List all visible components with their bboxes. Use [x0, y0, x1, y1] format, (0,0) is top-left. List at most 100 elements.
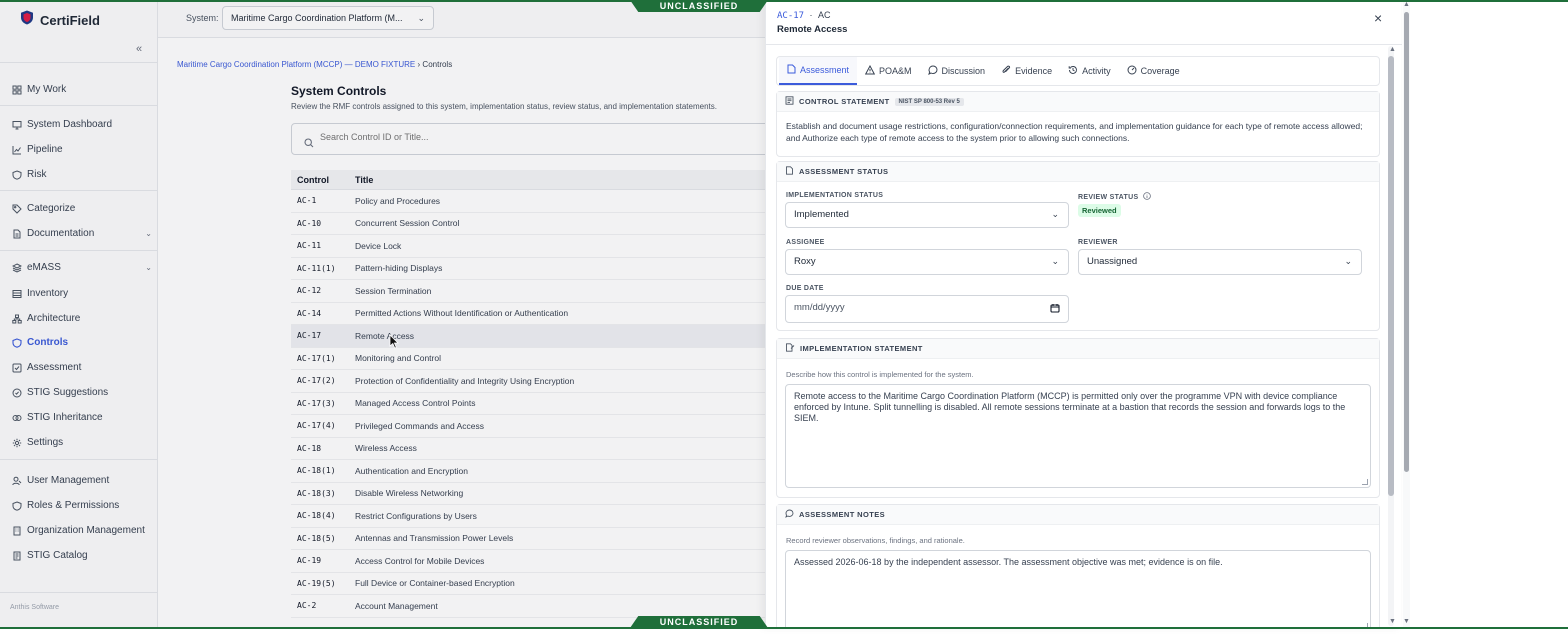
brand-name: CertiField — [40, 12, 100, 28]
search-input[interactable] — [320, 132, 720, 142]
table-row[interactable]: AC-19 Access Control for Mobile Devices — [291, 550, 770, 573]
column-header-title[interactable]: Title — [355, 175, 373, 185]
table-row[interactable]: AC-17(1) Monitoring and Control — [291, 348, 770, 370]
document-icon — [785, 96, 794, 107]
table-row[interactable]: AC-18(3) Disable Wireless Networking — [291, 483, 770, 505]
scroll-up-arrow-icon[interactable]: ▲ — [1389, 46, 1396, 53]
table-row[interactable]: AC-18(4) Restrict Configurations by Users — [291, 505, 770, 528]
table-row[interactable]: AC-18(5) Antennas and Transmission Power … — [291, 528, 770, 550]
table-row[interactable]: AC-18 Wireless Access — [291, 438, 770, 460]
page-scrollbar-thumb[interactable] — [1404, 12, 1409, 472]
scroll-up-arrow-icon[interactable]: ▲ — [1403, 1, 1410, 8]
sidebar-item-documentation[interactable]: Documentation ⌄ — [12, 228, 152, 239]
sidebar-item-assessment[interactable]: Assessment — [12, 362, 152, 373]
system-select[interactable]: Maritime Cargo Coordination Platform (M.… — [222, 6, 434, 30]
breadcrumb-link-system[interactable]: Maritime Cargo Coordination Platform (MC… — [177, 60, 415, 69]
table-row[interactable]: AC-11 Device Lock — [291, 235, 770, 258]
control-statement-card: CONTROL STATEMENT NIST SP 800-53 Rev 5 E… — [776, 91, 1380, 157]
sidebar-item-stig-catalog[interactable]: STIG Catalog — [12, 550, 152, 561]
implementation-status-select[interactable]: Implemented ⌄ — [785, 202, 1069, 228]
breadcrumb: Maritime Cargo Coordination Platform (MC… — [177, 60, 452, 69]
drawer-body[interactable]: Assessment POA&M Discussion Evidence Act… — [776, 56, 1380, 628]
sidebar-item-controls[interactable]: Controls — [12, 337, 152, 348]
table-row[interactable]: AC-1 Policy and Procedures — [291, 190, 770, 213]
assessment-status-card: ASSESSMENT STATUS IMPLEMENTATION STATUS … — [776, 161, 1380, 331]
table-row[interactable]: AC-19(5) Full Device or Container-based E… — [291, 573, 770, 595]
footer-vendor: Anthis Software — [10, 604, 60, 611]
sidebar-item-emass[interactable]: eMASS ⌄ — [12, 262, 152, 273]
page-scrollbar[interactable]: ▲ ▼ — [1403, 0, 1410, 628]
control-title-cell: Access Control for Mobile Devices — [355, 555, 485, 566]
brand-logo[interactable]: CertiField — [20, 10, 100, 30]
tab-poam[interactable]: POA&M — [857, 57, 920, 85]
table-row[interactable]: AC-12 Session Termination — [291, 280, 770, 303]
implementation-statement-textarea[interactable]: Remote access to the Maritime Cargo Coor… — [785, 384, 1371, 488]
sidebar-item-stig-inheritance[interactable]: STIG Inheritance — [12, 412, 152, 423]
sidebar-item-inventory[interactable]: Inventory — [12, 288, 152, 299]
sidebar-item-label: Architecture — [27, 313, 81, 324]
chat-icon — [785, 509, 794, 520]
info-icon[interactable] — [1142, 192, 1151, 202]
sidebar-divider — [0, 250, 158, 251]
table-row[interactable]: AC-17(3) Managed Access Control Points — [291, 393, 770, 415]
search-box[interactable] — [291, 123, 770, 155]
sidebar-item-system-dashboard[interactable]: System Dashboard — [12, 119, 152, 130]
table-row[interactable]: AC-14 Permitted Actions Without Identific… — [291, 303, 770, 325]
control-id-cell: AC-18(4) — [297, 511, 336, 521]
chevron-down-icon: ⌄ — [1344, 256, 1352, 266]
sidebar-item-risk[interactable]: Risk — [12, 169, 152, 180]
control-id-cell: AC-18(3) — [297, 488, 336, 498]
assignee-select[interactable]: Roxy ⌄ — [785, 249, 1069, 275]
control-detail-drawer: AC-17 · AC Remote Access × Assessment PO… — [765, 0, 1402, 628]
tab-evidence[interactable]: Evidence — [993, 57, 1060, 85]
table-row[interactable]: AC-10 Concurrent Session Control — [291, 213, 770, 235]
sidebar-item-architecture[interactable]: Architecture — [12, 313, 152, 324]
table-row[interactable]: AC-11(1) Pattern-hiding Displays — [291, 258, 770, 280]
reviewer-select[interactable]: Unassigned ⌄ — [1078, 249, 1362, 275]
classification-line-bottom — [0, 627, 1568, 629]
sidebar-item-pipeline[interactable]: Pipeline — [12, 144, 152, 155]
table-row[interactable]: AC-17(4) Privileged Commands and Access — [291, 415, 770, 438]
tab-assessment[interactable]: Assessment — [779, 57, 858, 85]
control-title-cell: Account Management — [355, 600, 438, 611]
control-id-cell: AC-19(5) — [297, 578, 336, 588]
shield-icon — [12, 500, 22, 511]
due-date-placeholder: mm/dd/yyyy — [794, 302, 845, 313]
table-row[interactable]: AC-2 Account Management — [291, 595, 770, 618]
gear-icon — [12, 438, 22, 448]
drawer-scrollbar[interactable] — [1388, 46, 1394, 626]
sidebar-item-my-work[interactable]: My Work — [12, 84, 152, 95]
sidebar-item-organization-management[interactable]: Organization Management — [12, 525, 152, 536]
tab-coverage[interactable]: Coverage — [1119, 57, 1188, 85]
tab-label: Evidence — [1015, 66, 1053, 76]
sidebar-item-label: Risk — [27, 169, 47, 180]
scroll-down-arrow-icon[interactable]: ▼ — [1389, 618, 1396, 625]
sidebar-item-roles-permissions[interactable]: Roles & Permissions — [12, 500, 152, 511]
sidebar-item-categorize[interactable]: Categorize — [12, 203, 152, 214]
scroll-down-arrow-icon[interactable]: ▼ — [1403, 618, 1410, 625]
sidebar-item-settings[interactable]: Settings — [12, 437, 152, 448]
collapse-sidebar-button[interactable]: « — [136, 43, 142, 55]
drawer-scrollbar-thumb[interactable] — [1388, 56, 1394, 496]
resize-handle-icon[interactable] — [1362, 479, 1368, 485]
tab-discussion[interactable]: Discussion — [920, 57, 994, 85]
control-id-cell: AC-11 — [297, 241, 322, 251]
sidebar-divider — [0, 459, 158, 460]
tab-activity[interactable]: Activity — [1060, 57, 1119, 85]
sidebar-item-label: Inventory — [27, 288, 69, 299]
table-row[interactable]: AC-18(1) Authentication and Encryption — [291, 460, 770, 483]
classification-banner-top: UNCLASSIFIED — [630, 0, 768, 12]
calendar-icon[interactable] — [1050, 303, 1060, 316]
sidebar-item-label: Controls — [27, 337, 69, 348]
sidebar-item-label: STIG Catalog — [27, 550, 88, 561]
drawer-control-id: AC-17 · AC — [777, 10, 830, 21]
sidebar-item-user-management[interactable]: User Management — [12, 475, 152, 486]
control-title-cell: Concurrent Session Control — [355, 218, 460, 229]
sidebar-item-stig-suggestions[interactable]: STIG Suggestions — [12, 387, 152, 398]
column-header-control[interactable]: Control — [291, 175, 355, 185]
due-date-field[interactable]: mm/dd/yyyy — [785, 295, 1069, 323]
close-icon[interactable]: × — [1374, 10, 1382, 26]
table-row[interactable]: AC-17 Remote Access — [291, 325, 770, 348]
assessment-notes-textarea[interactable]: Assessed 2026-06-18 by the independent a… — [785, 550, 1371, 628]
table-row[interactable]: AC-17(2) Protection of Confidentiality an… — [291, 370, 770, 393]
